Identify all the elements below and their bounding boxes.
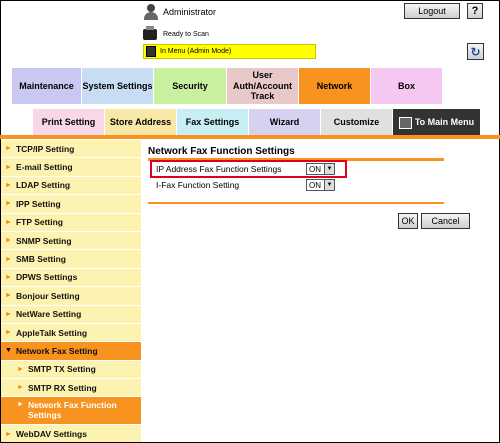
- subtab-store-address[interactable]: Store Address: [105, 109, 177, 136]
- sidebar-item-smtp-tx[interactable]: ► SMTP TX Setting: [1, 361, 141, 380]
- setting-row-i-fax: I-Fax Function Setting ON ▼: [153, 178, 335, 192]
- sidebar-item-label: Network Fax Setting: [15, 345, 98, 356]
- header-divider: [0, 135, 500, 139]
- arrow-right-icon: ►: [5, 329, 12, 337]
- sidebar-item-label: IPP Setting: [15, 198, 61, 209]
- sidebar-item-label: SNMP Setting: [15, 235, 72, 246]
- sidebar-item-network-fax-function[interactable]: ► Network Fax Function Settings: [1, 397, 141, 426]
- sidebar-item-network-fax[interactable]: ▼ Network Fax Setting: [1, 342, 141, 361]
- subtab-wizard[interactable]: Wizard: [249, 109, 321, 136]
- status-text: Ready to Scan: [163, 30, 209, 38]
- sidebar-item-label: SMB Setting: [15, 254, 66, 265]
- arrow-right-icon: ►: [5, 200, 12, 208]
- sidebar-item-label: Bonjour Setting: [15, 290, 80, 301]
- user-name: Administrator: [163, 7, 217, 17]
- subtab-print-setting[interactable]: Print Setting: [33, 109, 105, 136]
- tab-system-settings[interactable]: System Settings: [82, 68, 154, 104]
- sidebar-item-snmp[interactable]: ► SNMP Setting: [1, 232, 141, 251]
- cancel-button[interactable]: Cancel: [421, 213, 470, 229]
- arrow-right-icon: ►: [5, 255, 12, 263]
- setting-label: I-Fax Function Setting: [156, 180, 240, 190]
- subtab-customize[interactable]: Customize: [321, 109, 393, 136]
- sidebar-item-label: WebDAV Settings: [15, 429, 87, 440]
- arrow-right-icon: ►: [5, 218, 12, 226]
- sidebar-item-smb[interactable]: ► SMB Setting: [1, 250, 141, 269]
- content-divider: [148, 202, 444, 204]
- arrow-right-icon: ►: [5, 273, 12, 281]
- admin-mode-icon: [146, 46, 156, 57]
- mode-text: In Menu (Admin Mode): [160, 48, 232, 55]
- subtab-to-main-menu[interactable]: To Main Menu: [393, 109, 481, 136]
- sidebar-item-label: NetWare Setting: [15, 309, 82, 320]
- arrow-right-icon: ►: [5, 181, 12, 189]
- sidebar-item-label: TCP/IP Setting: [15, 143, 75, 154]
- sidebar: ► TCP/IP Setting ► E-mail Setting ► LDAP Se…: [1, 140, 141, 442]
- main-tabs: Maintenance System Settings Security Use…: [12, 68, 443, 104]
- arrow-right-icon: ►: [17, 365, 24, 373]
- sidebar-item-bonjour[interactable]: ► Bonjour Setting: [1, 287, 141, 306]
- arrow-right-icon: ►: [5, 430, 12, 438]
- to-main-menu-label: To Main Menu: [414, 116, 475, 127]
- help-button[interactable]: ?: [467, 3, 483, 19]
- arrow-right-icon: ►: [5, 163, 12, 171]
- sidebar-item-label: AppleTalk Setting: [15, 327, 88, 338]
- mode-bar: In Menu (Admin Mode): [143, 44, 316, 59]
- arrow-right-icon: ►: [5, 237, 12, 245]
- select-value: ON: [309, 180, 321, 190]
- sidebar-item-webdav[interactable]: ► WebDAV Settings: [1, 425, 141, 442]
- arrow-right-icon: ►: [17, 384, 24, 392]
- subtab-fax-settings[interactable]: Fax Settings: [177, 109, 249, 136]
- arrow-right-icon: ►: [17, 401, 24, 409]
- logout-button[interactable]: Logout: [404, 3, 460, 19]
- printer-icon: [143, 25, 157, 40]
- tab-box[interactable]: Box: [371, 68, 443, 104]
- tab-network[interactable]: Network: [299, 68, 371, 104]
- arrow-right-icon: ►: [5, 310, 12, 318]
- sidebar-item-netware[interactable]: ► NetWare Setting: [1, 306, 141, 324]
- tab-maintenance[interactable]: Maintenance: [12, 68, 82, 104]
- i-fax-select[interactable]: ON ▼: [306, 179, 335, 191]
- sidebar-item-smtp-rx[interactable]: ► SMTP RX Setting: [1, 379, 141, 398]
- sidebar-item-ldap[interactable]: ► LDAP Setting: [1, 177, 141, 196]
- user-info: Administrator: [143, 4, 216, 20]
- sidebar-item-label: LDAP Setting: [15, 180, 71, 191]
- sidebar-item-tcp-ip[interactable]: ► TCP/IP Setting: [1, 140, 141, 159]
- chevron-down-icon: ▼: [324, 180, 334, 190]
- sub-tabs: Print Setting Store Address Fax Settings…: [33, 109, 481, 136]
- sidebar-item-dpws[interactable]: ► DPWS Settings: [1, 269, 141, 288]
- sidebar-item-label: E-mail Setting: [15, 162, 73, 173]
- sidebar-item-appletalk[interactable]: ► AppleTalk Setting: [1, 324, 141, 343]
- main-menu-icon: [398, 116, 412, 129]
- arrow-right-icon: ►: [5, 145, 12, 153]
- sidebar-item-label: Network Fax Function Settings: [27, 400, 117, 420]
- refresh-button[interactable]: ↻: [467, 43, 484, 60]
- tab-user-auth-account-track[interactable]: User Auth/Account Track: [227, 68, 299, 104]
- sidebar-item-label: SMTP RX Setting: [27, 382, 97, 393]
- sidebar-item-email[interactable]: ► E-mail Setting: [1, 158, 141, 177]
- arrow-right-icon: ►: [5, 292, 12, 300]
- sidebar-item-ipp[interactable]: ► IPP Setting: [1, 195, 141, 214]
- ok-button[interactable]: OK: [398, 213, 418, 229]
- sidebar-item-label: SMTP TX Setting: [27, 364, 96, 375]
- sidebar-item-ftp[interactable]: ► FTP Setting: [1, 214, 141, 232]
- machine-status: Ready to Scan: [143, 25, 209, 42]
- arrow-down-icon: ▼: [5, 347, 12, 355]
- highlight-box: [150, 160, 347, 178]
- sidebar-item-label: FTP Setting: [15, 217, 64, 228]
- sidebar-item-label: DPWS Settings: [15, 272, 78, 283]
- tab-security[interactable]: Security: [154, 68, 227, 104]
- page-title: Network Fax Function Settings: [148, 146, 295, 157]
- user-icon: [143, 4, 159, 20]
